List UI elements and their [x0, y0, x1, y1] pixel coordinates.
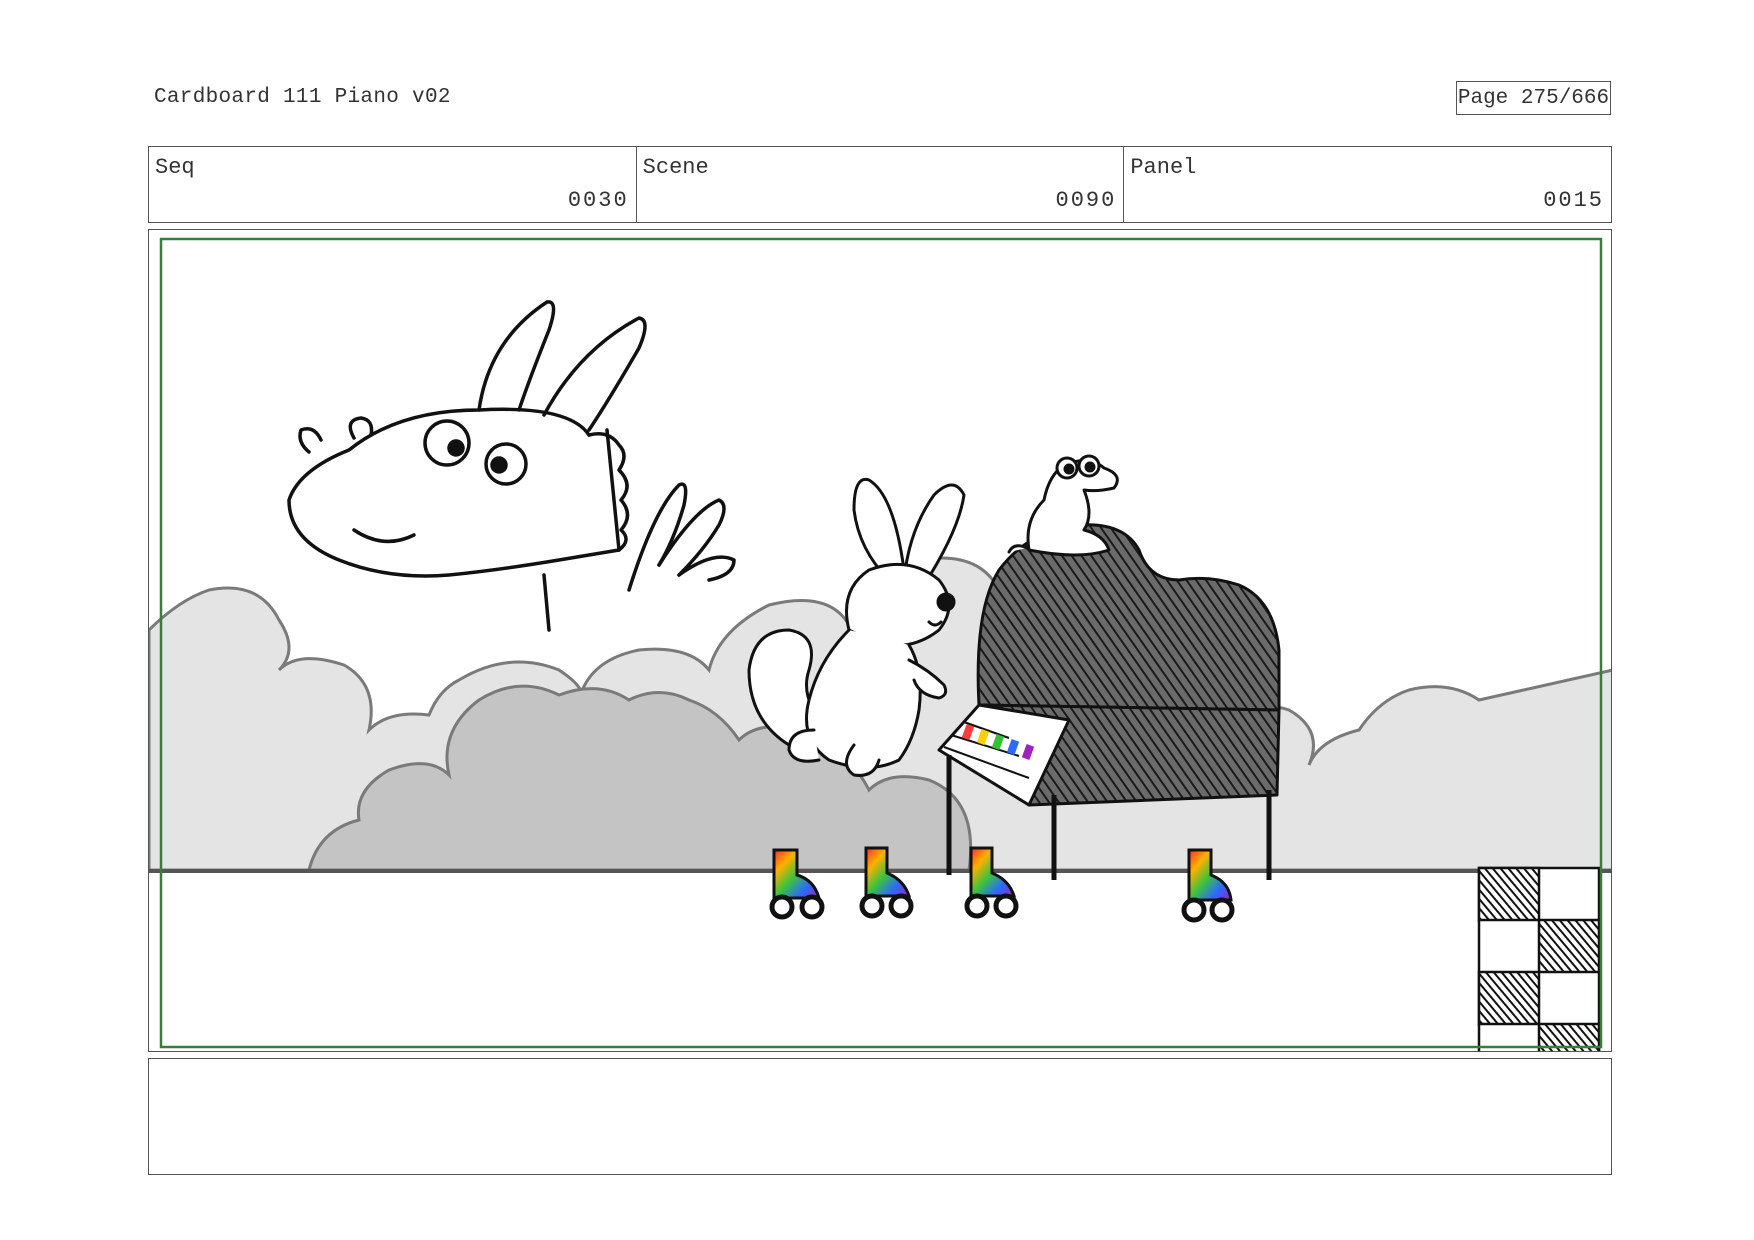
- scene-label: Scene: [642, 155, 709, 180]
- panel-value: 0015: [1543, 188, 1605, 213]
- checkered-post: [1477, 866, 1601, 1051]
- page-counter: Page 275/666: [1456, 81, 1611, 115]
- frog-illustration: [1007, 454, 1119, 557]
- panel-label: Panel: [1130, 155, 1197, 180]
- scene-cell: Scene 0090: [637, 147, 1125, 222]
- panel-drawing: [149, 237, 1611, 1051]
- shot-info-table: Seq 0030 Scene 0090 Panel 0015: [148, 146, 1612, 223]
- storyboard-panel: [148, 229, 1612, 1052]
- panel-cell: Panel 0015: [1124, 147, 1611, 222]
- scene-value: 0090: [1055, 188, 1117, 213]
- board-title: Cardboard 111 Piano v02: [154, 86, 451, 109]
- seq-cell: Seq 0030: [149, 147, 637, 222]
- seq-value: 0030: [567, 188, 629, 213]
- seq-label: Seq: [155, 155, 195, 180]
- monster-illustration: [287, 300, 736, 632]
- notes-box[interactable]: [148, 1058, 1612, 1175]
